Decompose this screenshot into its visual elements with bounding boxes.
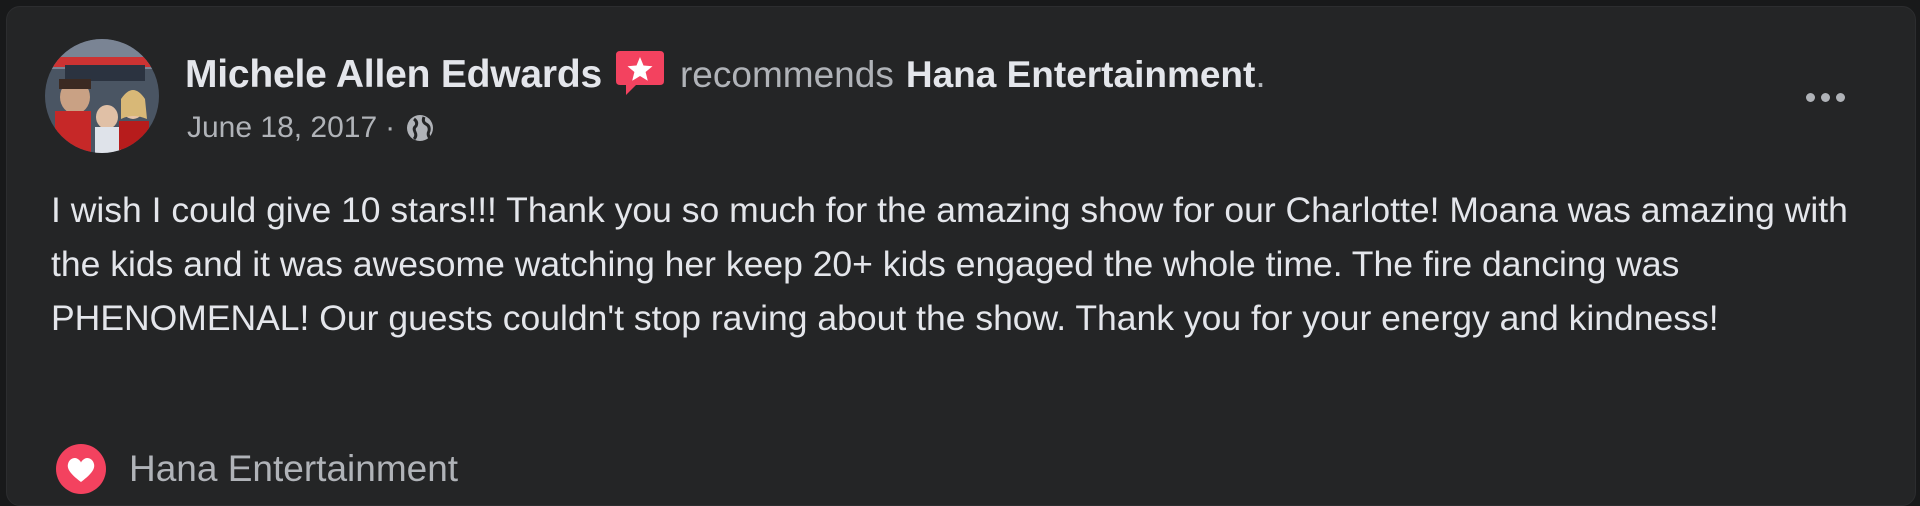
heart-reaction-icon xyxy=(56,444,106,494)
more-options-icon[interactable] xyxy=(1797,77,1853,117)
post-header: Michele Allen Edwards recommends Hana En… xyxy=(185,49,1266,101)
meta-separator: · xyxy=(385,111,396,144)
post-meta: June 18, 2017 · xyxy=(187,108,435,148)
footer-page-name[interactable]: Hana Entertainment xyxy=(129,448,458,490)
post-body: I wish I could give 10 stars!!! Thank yo… xyxy=(51,190,1848,338)
recommends-text: recommends xyxy=(679,54,894,95)
recommendation-footer[interactable]: Hana Entertainment xyxy=(55,443,458,495)
post-date[interactable]: June 18, 2017 xyxy=(187,111,377,145)
recommendation-post-card: Michele Allen Edwards recommends Hana En… xyxy=(6,6,1916,506)
author-name[interactable]: Michele Allen Edwards xyxy=(185,53,602,97)
author-avatar[interactable] xyxy=(45,39,159,153)
globe-icon xyxy=(407,115,434,141)
recommend-icon xyxy=(614,47,666,99)
period: . xyxy=(1255,54,1266,95)
page-name-link[interactable]: Hana Entertainment xyxy=(906,54,1256,96)
